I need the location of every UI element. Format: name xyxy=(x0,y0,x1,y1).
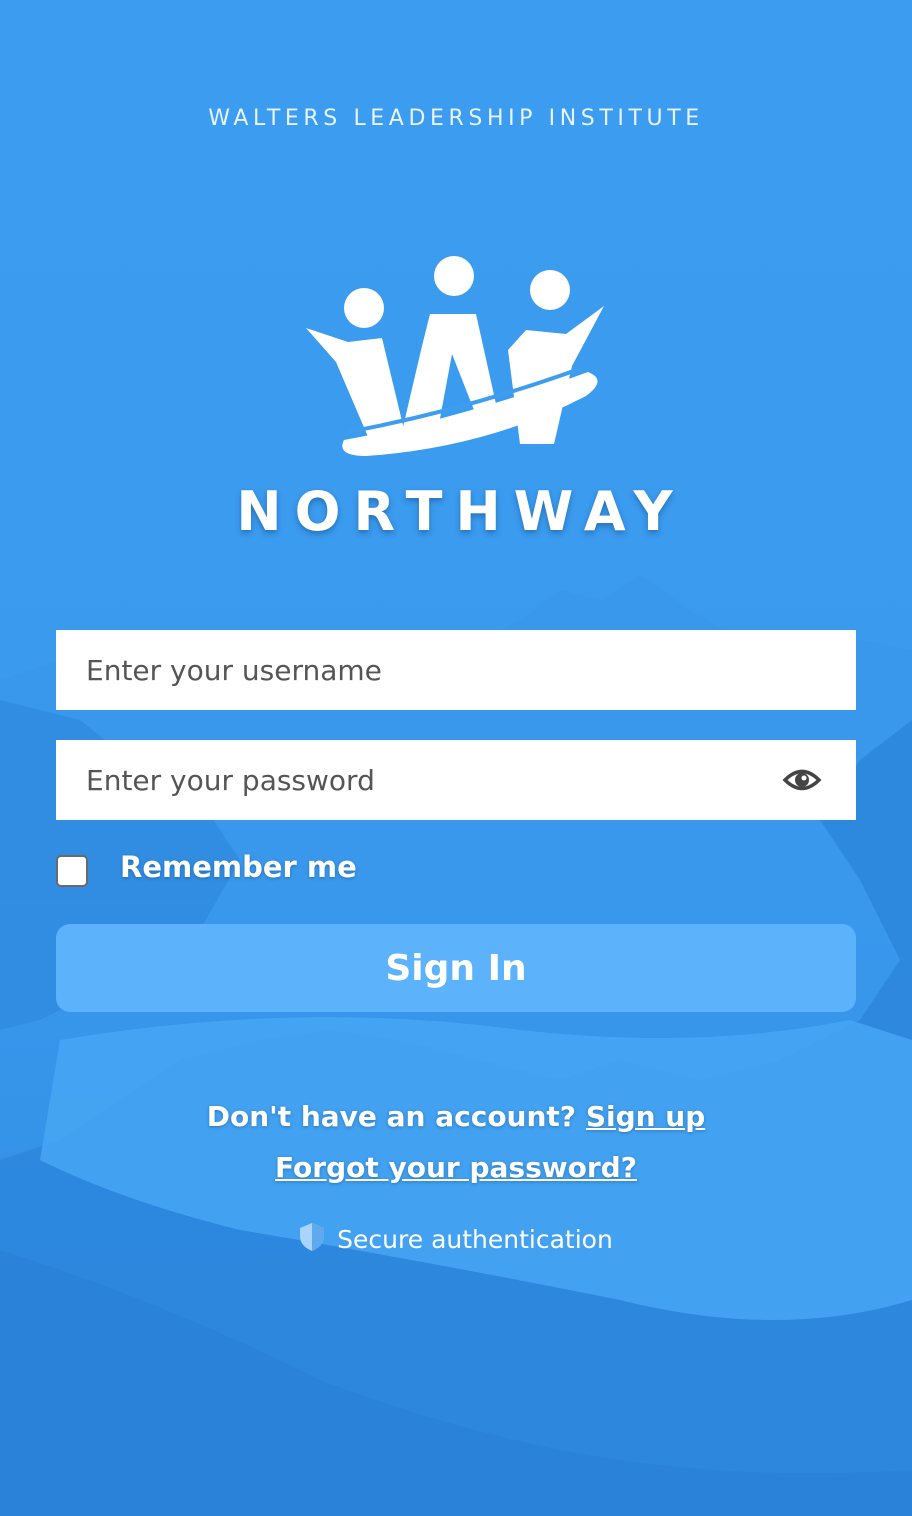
signup-prompt-row: Don't have an account? Sign up xyxy=(0,1100,912,1133)
organization-name: WALTERS LEADERSHIP INSTITUTE xyxy=(208,106,704,131)
forgot-password-link[interactable]: Forgot your password? xyxy=(275,1151,637,1184)
sign-in-button[interactable]: Sign In xyxy=(56,924,856,1012)
signup-prompt-text: Don't have an account? xyxy=(206,1100,577,1133)
secure-authentication-note: Secure authentication xyxy=(0,1222,912,1254)
sign-up-link[interactable]: Sign up xyxy=(586,1100,705,1133)
forgot-password-row: Forgot your password? xyxy=(0,1151,912,1184)
remember-me-label[interactable]: Remember me xyxy=(120,850,357,884)
secure-authentication-text: Secure authentication xyxy=(337,1225,613,1254)
brand-name: NORTHWAY xyxy=(236,480,686,543)
password-input[interactable] xyxy=(56,740,856,820)
username-input[interactable] xyxy=(56,630,856,710)
northway-logo xyxy=(306,256,604,456)
eye-icon[interactable] xyxy=(782,760,822,800)
shield-icon xyxy=(300,1223,325,1251)
remember-me-checkbox[interactable] xyxy=(56,855,88,887)
